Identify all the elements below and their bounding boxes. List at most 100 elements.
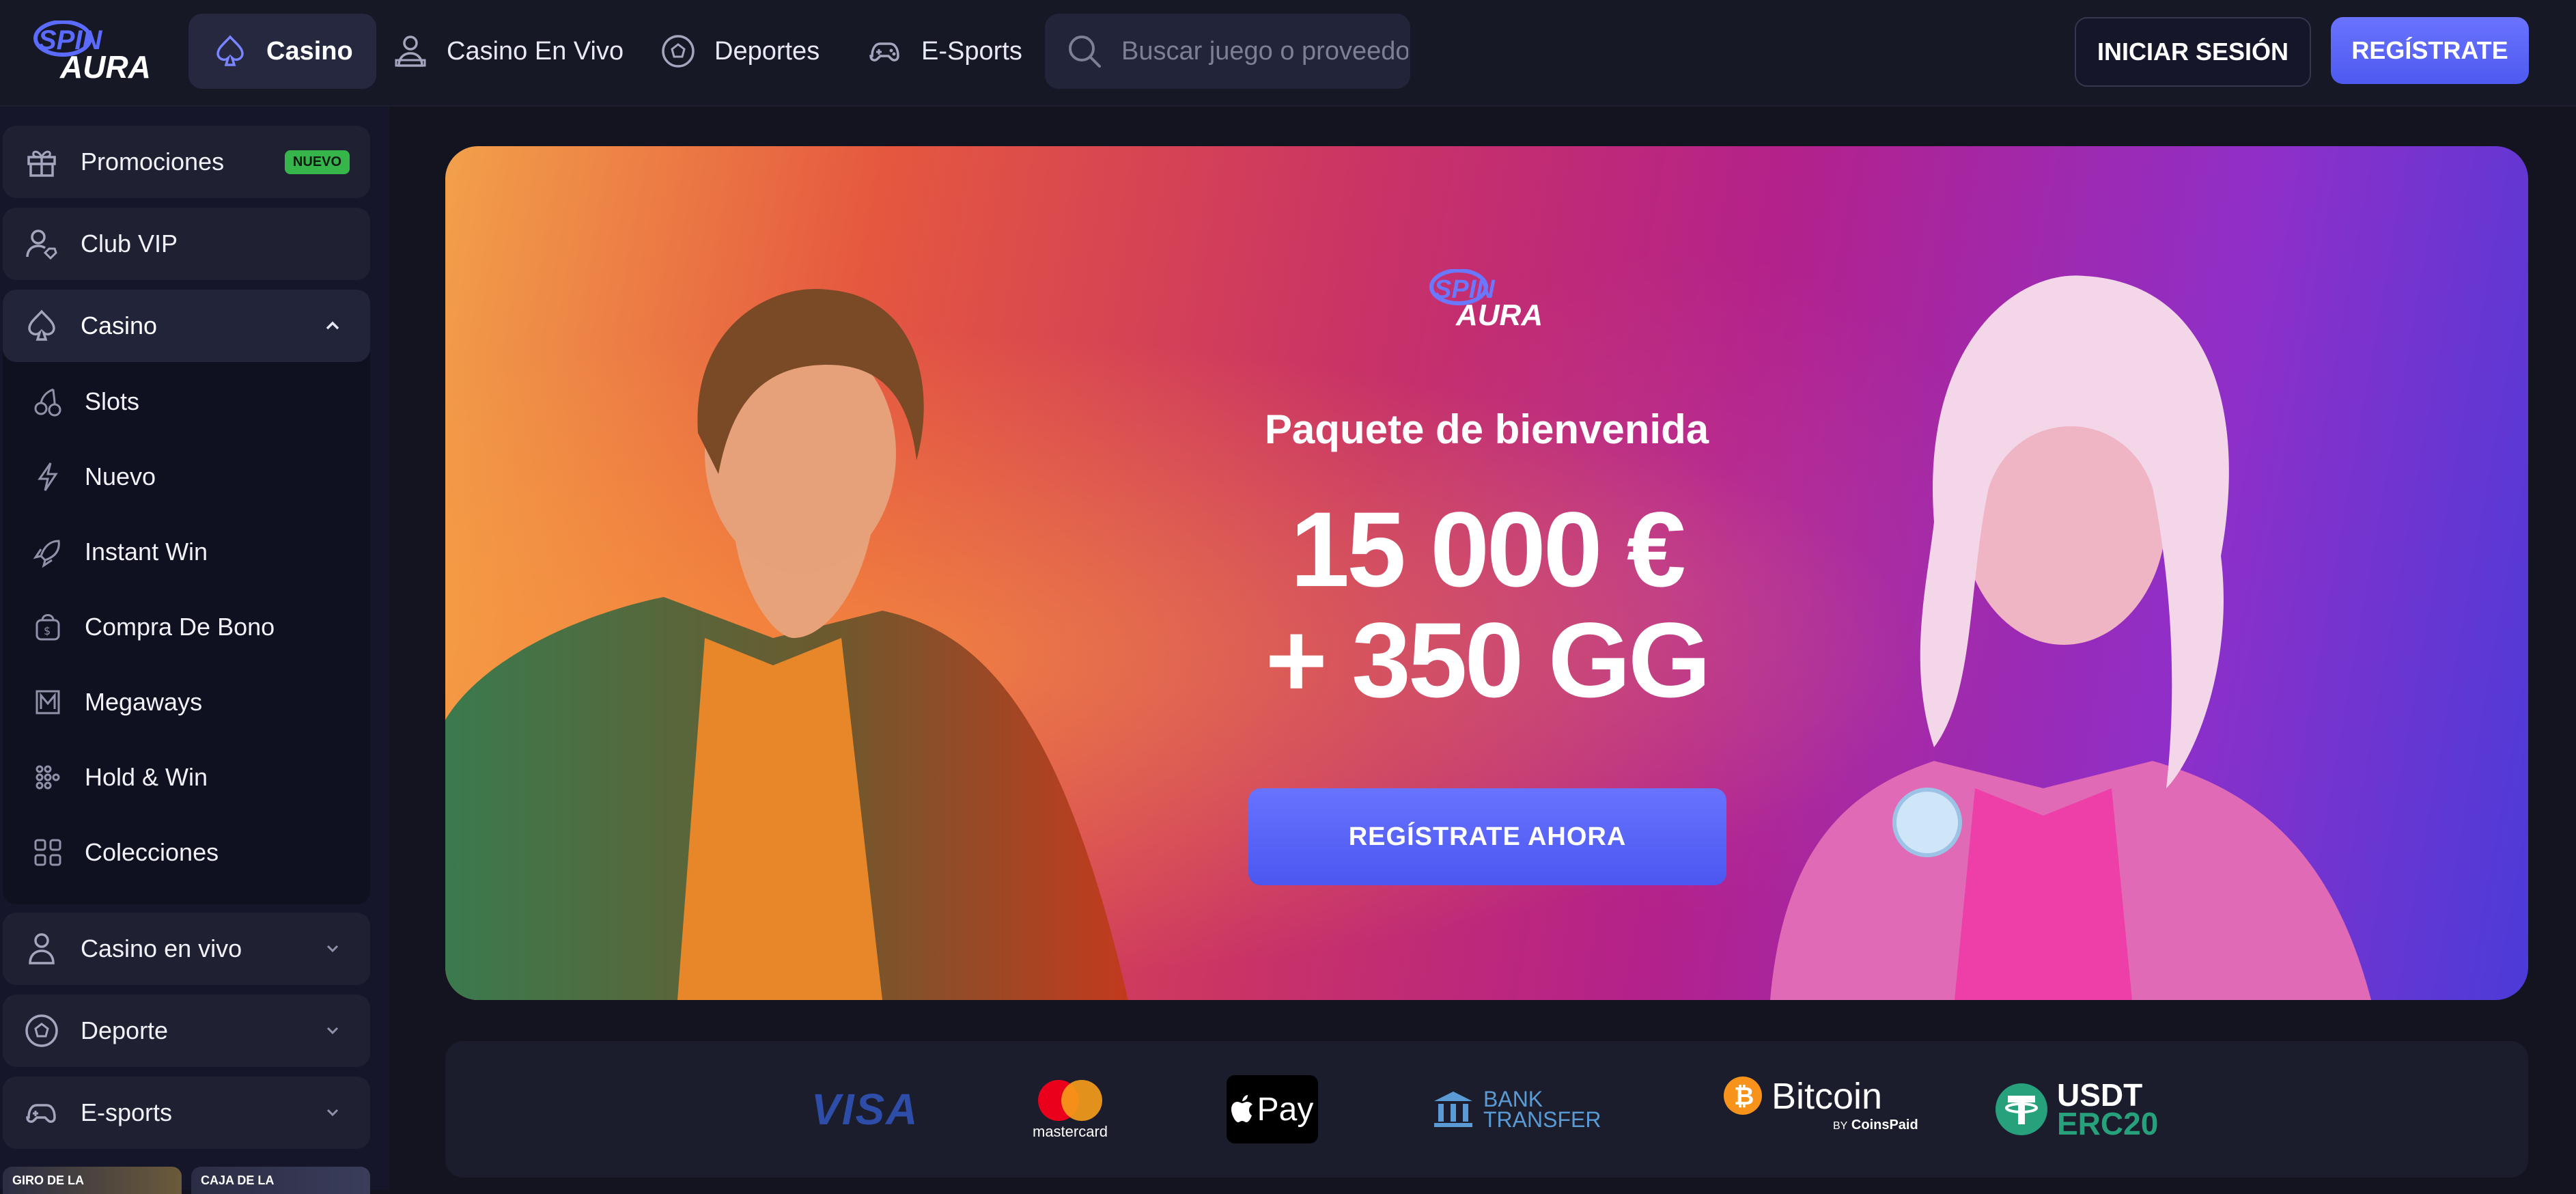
bonus-amount-line1: 15 000 € [1290, 490, 1685, 609]
search-icon [1069, 36, 1101, 68]
collections-icon [34, 839, 61, 866]
soccer-ball-icon [25, 1014, 58, 1047]
sidebar-subitem-label: Compra De Bono [85, 613, 275, 641]
banner-man-illustration [445, 288, 1128, 1000]
banner-woman-illustration [1770, 275, 2371, 1000]
coin-icon [1892, 788, 1962, 857]
dealer-icon [395, 36, 426, 67]
sidebar-item-casino-en-vivo[interactable]: Casino en vivo [3, 913, 370, 985]
soccer-ball-icon [662, 35, 695, 68]
bank-transfer-logo: BANK TRANSFER [1431, 1075, 1601, 1143]
sidebar-subitem-label: Hold & Win [85, 763, 208, 791]
nav-deportes-label: Deportes [714, 36, 820, 66]
spin-aura-logo[interactable]: SPIN AURA [33, 20, 156, 83]
apple-pay-text: Pay [1257, 1091, 1314, 1128]
apple-icon [1231, 1095, 1252, 1122]
mastercard-logo: mastercard [1033, 1075, 1108, 1143]
sidebar-item-label: E-sports [81, 1098, 173, 1126]
bitcoin-text: Bitcoin [1772, 1076, 1883, 1117]
spade-icon [28, 309, 55, 341]
sidebar-item-label: Club VIP [81, 230, 178, 258]
bitcoin-coinspaid-logo: ₿ Bitcoin BY CoinsPaid [1722, 1075, 1918, 1143]
sidebar-item-deporte[interactable]: Deporte [3, 995, 370, 1067]
apple-pay-logo: Pay [1227, 1075, 1318, 1143]
bitcoin-icon: ₿ [1724, 1077, 1762, 1115]
sidebar-subitem-label: Slots [85, 387, 140, 415]
tether-icon [1996, 1083, 2047, 1135]
sidebar-item-label: Promociones [81, 148, 225, 176]
megaways-icon [36, 690, 60, 714]
chevron-down-icon[interactable] [322, 939, 343, 959]
sidebar-subitem-label: Nuevo [85, 462, 156, 490]
sidebar-subitem-instant-win[interactable]: Instant Win [3, 518, 370, 586]
sidebar-item-label: Deporte [81, 1016, 169, 1044]
chevron-down-icon[interactable] [322, 1102, 343, 1123]
bank-icon [1434, 1092, 1472, 1127]
sidebar-subitem-label: Megaways [85, 688, 203, 716]
bank-transfer-line1: BANK [1483, 1087, 1543, 1111]
sidebar-item-promociones[interactable]: Promociones NUEVO [3, 126, 370, 198]
visa-logo: VISA [811, 1075, 919, 1143]
svg-text:₿: ₿ [1734, 1083, 1754, 1111]
usdt-erc20-logo: USDT ERC20 [1994, 1075, 2158, 1143]
nav-casino-label: Casino [266, 36, 353, 66]
gamepad-icon [869, 42, 899, 61]
sidebar-promo-thumbs: GIRO DE LA CAJA DE LA [0, 1167, 389, 1194]
nav-casino[interactable]: Casino [188, 14, 376, 89]
cherries-icon [34, 388, 61, 417]
promo-thumb[interactable]: CAJA DE LA [191, 1167, 370, 1194]
nav-esports-label: E-Sports [921, 36, 1022, 66]
lightning-icon [38, 462, 58, 491]
erc20-text: ERC20 [2057, 1106, 2159, 1141]
sidebar-item-casino[interactable]: Casino [3, 290, 370, 362]
promo-thumb[interactable]: GIRO DE LA [3, 1167, 182, 1194]
search-bar[interactable] [1045, 14, 1410, 89]
register-now-button[interactable]: REGÍSTRATE AHORA [1248, 788, 1726, 885]
dealer-icon [29, 933, 55, 964]
sidebar-item-label: Casino en vivo [81, 934, 242, 962]
svg-text:$: $ [44, 624, 51, 637]
coinspaid-by-text: BY [1833, 1120, 1848, 1132]
payment-methods-bar: VISA mastercard Pay BANK TRANSFER ₿ Bitc [445, 1041, 2528, 1178]
new-badge: NUEVO [284, 150, 350, 174]
rocket-icon [33, 540, 60, 568]
sidebar-subitem-slots[interactable]: Slots [3, 367, 370, 436]
sidebar-casino-group: Casino Slots Nuevo Instant Win $ Compra … [3, 290, 370, 904]
banner-subtitle: Paquete de bienvenida [1264, 406, 1709, 452]
sidebar-subitem-colecciones[interactable]: Colecciones [3, 818, 370, 887]
bank-transfer-line2: TRANSFER [1483, 1107, 1601, 1132]
sidebar-subitem-megaways[interactable]: Megaways [3, 668, 370, 736]
mastercard-circles-icon [1038, 1080, 1103, 1121]
mastercard-text: mastercard [1033, 1123, 1108, 1140]
chevron-up-icon[interactable] [322, 316, 343, 336]
logo-line2: AURA [59, 49, 151, 83]
sidebar-subitem-nuevo[interactable]: Nuevo [3, 443, 370, 511]
chevron-down-icon[interactable] [322, 1021, 343, 1041]
visa-text: VISA [811, 1085, 919, 1134]
vip-user-icon [26, 230, 57, 260]
nav-esports[interactable]: E-Sports [843, 14, 1046, 89]
sidebar-item-label: Casino [81, 311, 158, 339]
sidebar-subitem-hold-win[interactable]: Hold & Win [3, 743, 370, 811]
login-button[interactable]: INICIAR SESIÓN [2075, 17, 2311, 87]
top-bar: SPIN AURA Casino Casino En Vivo Deportes… [0, 0, 2576, 107]
bonus-bag-icon: $ [36, 614, 60, 641]
search-input[interactable] [1120, 36, 1410, 67]
usdt-text: USDT [2057, 1077, 2143, 1113]
nav-deportes[interactable]: Deportes [636, 14, 843, 89]
bonus-amount-line2: + 350 GG [1265, 601, 1711, 720]
nav-casino-en-vivo[interactable]: Casino En Vivo [369, 14, 647, 89]
banner-bonus-amount: 15 000 € + 350 GG [1128, 495, 1845, 716]
banner-spin-aura-logo: SPIN AURA [1429, 269, 1543, 331]
sidebar-item-club-vip[interactable]: Club VIP [3, 208, 370, 280]
gamepad-icon [26, 1104, 56, 1123]
grid-dots-icon [36, 765, 60, 790]
register-button[interactable]: REGÍSTRATE [2331, 17, 2529, 84]
coinspaid-text: CoinsPaid [1851, 1117, 1918, 1133]
sidebar-item-esports[interactable]: E-sports [3, 1077, 370, 1149]
sidebar-subitem-compra-de-bono[interactable]: $ Compra De Bono [3, 593, 370, 661]
welcome-banner[interactable]: SPIN AURA Paquete de bienvenida 15 000 €… [445, 146, 2528, 1000]
nav-casino-en-vivo-label: Casino En Vivo [447, 36, 624, 66]
sidebar-subitem-label: Colecciones [85, 838, 219, 866]
sidebar-subitem-label: Instant Win [85, 538, 208, 566]
